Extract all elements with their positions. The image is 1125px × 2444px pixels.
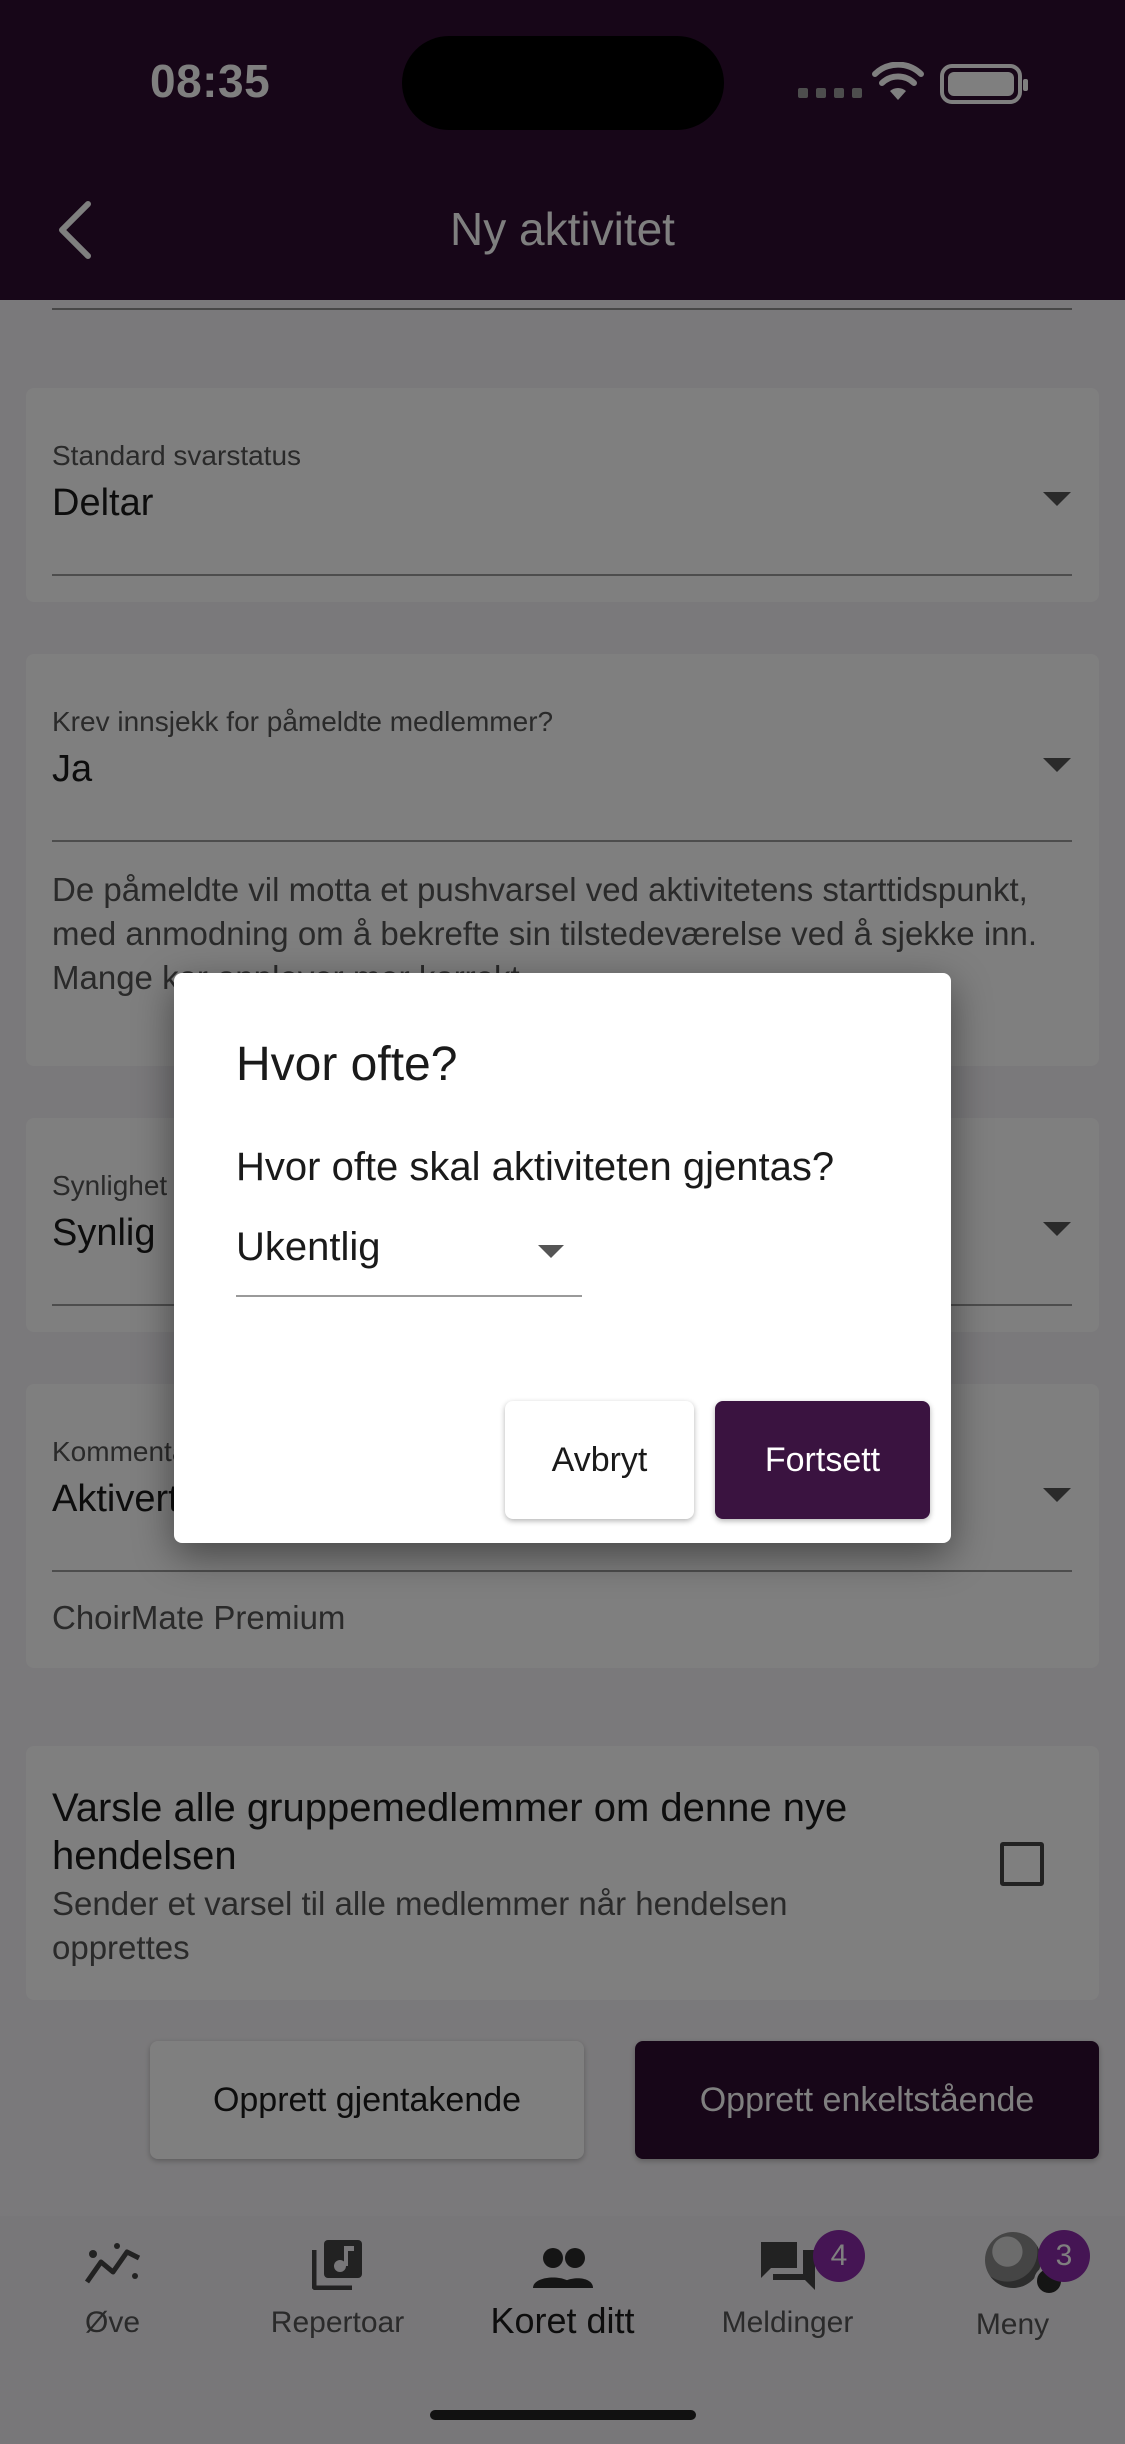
cancel-button[interactable]: Avbryt [505,1401,694,1519]
dialog-question: Hvor ofte skal aktiviteten gjentas? [236,1145,835,1189]
frequency-select[interactable]: Ukentlig [236,1225,582,1297]
continue-button[interactable]: Fortsett [715,1401,930,1519]
frequency-value[interactable]: Ukentlig [236,1225,381,1270]
frequency-dialog: Hvor ofte? Hvor ofte skal aktiviteten gj… [174,973,951,1543]
dropdown-arrow-icon[interactable] [538,1245,564,1258]
dialog-title: Hvor ofte? [236,1038,458,1091]
